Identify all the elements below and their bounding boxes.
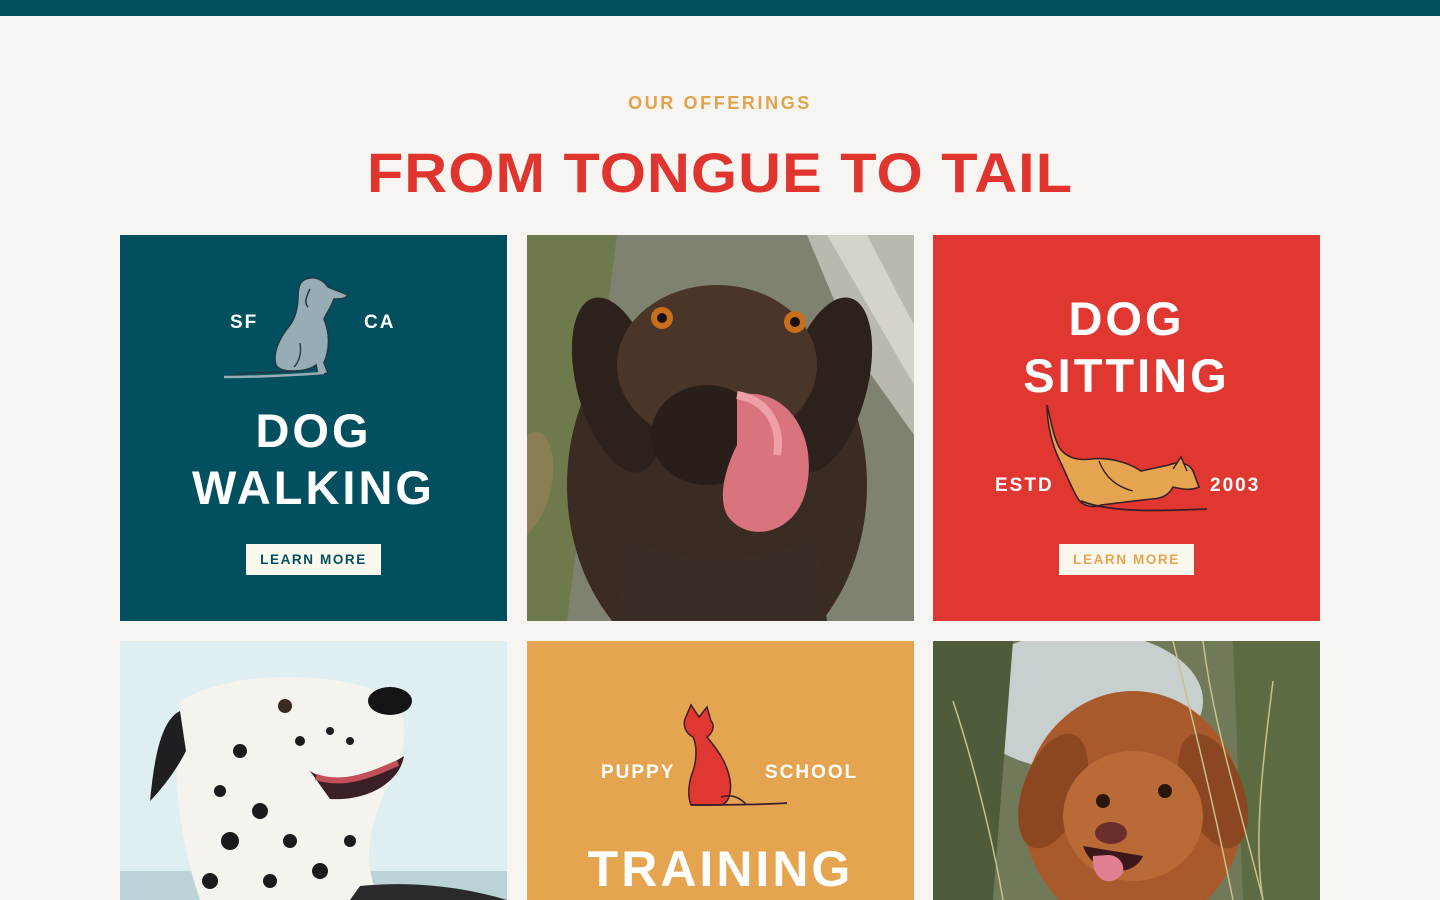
spaniel-photo: [933, 641, 1320, 900]
sitting-title-line1: DOG: [1068, 292, 1185, 345]
dog-sitting-card[interactable]: DOG SITTING ESTD 2003 LEARN MORE: [933, 235, 1320, 621]
training-left-label: PUPPY: [601, 762, 676, 783]
sitting-right-label: 2003: [1210, 475, 1261, 496]
labrador-licking-photo: [527, 235, 914, 621]
section-title: FROM TONGUE TO TAIL: [366, 141, 1074, 204]
dalmatian-photo: [120, 641, 507, 900]
spaniel-photo-art: [933, 641, 1320, 900]
dog-walking-card[interactable]: SF CA DOG WALKING LEARN MORE: [120, 235, 507, 621]
labrador-photo: [527, 235, 914, 621]
stretching-dog-icon: [1046, 404, 1208, 512]
dalmatian-photo-art: [120, 641, 507, 900]
walking-right-label: CA: [364, 312, 396, 333]
dog-walking-learn-more-button[interactable]: LEARN MORE: [246, 544, 381, 575]
sitting-cat-dog-icon: [683, 703, 788, 806]
dog-sitting-learn-more-button[interactable]: LEARN MORE: [1059, 544, 1194, 575]
section-eyebrow: OUR OFFERINGS: [628, 93, 812, 113]
walking-title-line1: DOG: [255, 404, 372, 457]
training-title: TRAINING: [587, 841, 854, 897]
training-card[interactable]: PUPPY SCHOOL TRAINING: [527, 641, 914, 900]
sitting-dog-icon: [223, 276, 350, 379]
walking-title-line2: WALKING: [192, 461, 435, 514]
top-bar: [0, 0, 1440, 16]
sitting-title-line2: SITTING: [1023, 349, 1230, 402]
